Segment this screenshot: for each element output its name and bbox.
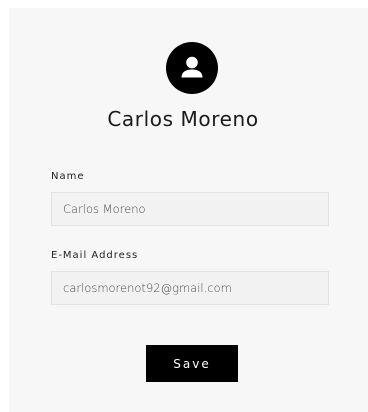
save-button[interactable]: Save — [146, 345, 238, 382]
email-input[interactable] — [51, 271, 329, 305]
profile-name: Carlos Moreno — [107, 107, 259, 131]
profile-card: Carlos Moreno Name E-Mail Address Save — [9, 8, 368, 412]
email-label: E-Mail Address — [51, 250, 139, 261]
name-label: Name — [51, 171, 85, 182]
user-icon — [181, 56, 203, 78]
name-input[interactable] — [51, 192, 329, 226]
avatar — [166, 42, 218, 94]
